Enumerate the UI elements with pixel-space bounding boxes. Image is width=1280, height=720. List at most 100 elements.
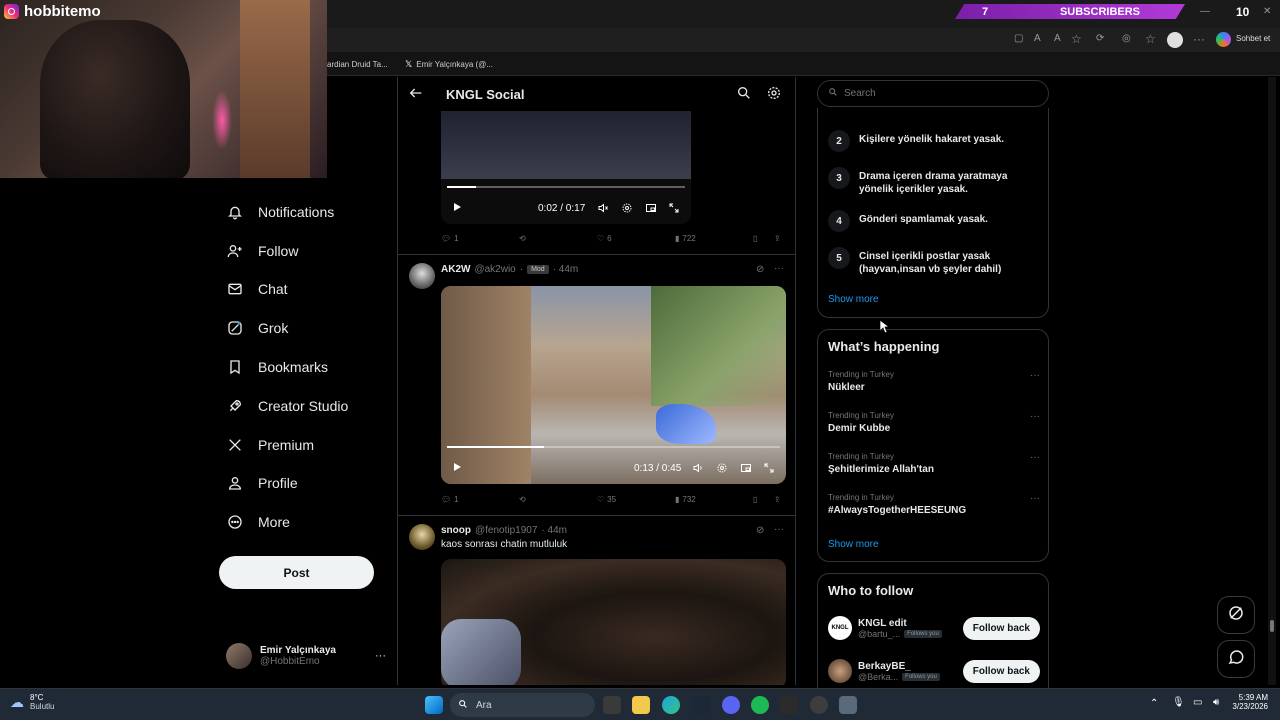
more-icon[interactable]: ··· xyxy=(1030,493,1040,504)
fullscreen-icon[interactable] xyxy=(763,462,775,474)
steam-icon[interactable] xyxy=(692,696,710,714)
search-input[interactable]: Search xyxy=(817,80,1049,107)
obs-icon[interactable] xyxy=(810,696,828,714)
profile-icon[interactable] xyxy=(1167,32,1183,48)
nav-bookmarks[interactable]: Bookmarks xyxy=(226,353,328,381)
more-icon[interactable]: ··· xyxy=(1030,370,1040,381)
favorite-item[interactable]: 𝕏 Emir Yalçınkaya (@... xyxy=(405,56,493,72)
settings-gear-icon[interactable] xyxy=(716,462,728,474)
views-button[interactable]: ▮ 732 xyxy=(675,495,696,504)
account-switcher[interactable]: Emir Yalçınkaya @HobbitEmo ··· xyxy=(226,640,386,672)
read-aloud-icon[interactable]: A xyxy=(1054,33,1061,44)
video-player[interactable] xyxy=(441,559,786,685)
nav-premium[interactable]: Premium xyxy=(226,431,314,459)
volume-icon[interactable]: 🔊︎ xyxy=(1213,697,1219,708)
clock[interactable]: 5:39 AM 3/23/2026 xyxy=(1230,693,1268,711)
bookmark-button[interactable]: ▯ xyxy=(753,234,757,243)
calculator-icon[interactable] xyxy=(839,696,857,714)
show-more-link[interactable]: Show more xyxy=(828,294,879,305)
edge-browser-icon[interactable] xyxy=(662,696,680,714)
author-handle[interactable]: @fenotip1907 xyxy=(475,525,537,536)
more-icon[interactable]: ··· xyxy=(1030,452,1040,463)
taskbar-search[interactable]: Ara xyxy=(450,693,595,717)
repost-button[interactable]: ⟲ xyxy=(519,234,526,243)
like-button[interactable]: ♡ 6 xyxy=(597,234,612,243)
nav-profile[interactable]: Profile xyxy=(226,469,298,497)
nav-follow[interactable]: Follow xyxy=(226,237,298,265)
minimize-icon[interactable]: — xyxy=(1200,6,1210,17)
video-progress-bar[interactable] xyxy=(447,186,685,188)
translate-icon[interactable]: A xyxy=(1034,33,1041,44)
file-explorer-icon[interactable] xyxy=(632,696,650,714)
fullscreen-icon[interactable] xyxy=(668,202,680,214)
post-time[interactable]: · 44m xyxy=(553,264,579,275)
network-icon[interactable]: ▭ xyxy=(1193,697,1202,708)
grok-icon[interactable]: ⊘ xyxy=(756,264,764,275)
trend-item[interactable]: Trending in Turkey Demir Kubbe ··· xyxy=(828,411,1040,434)
settings-gear-icon[interactable] xyxy=(621,202,633,214)
more-menu-icon[interactable]: ··· xyxy=(1193,32,1205,46)
extension-icon[interactable]: ⟳ xyxy=(1096,33,1104,44)
more-icon[interactable]: ··· xyxy=(375,650,386,662)
task-view-icon[interactable] xyxy=(603,696,621,714)
grok-fab[interactable] xyxy=(1217,596,1255,634)
favorite-item[interactable]: ardian Druid Ta... xyxy=(327,56,388,72)
author-handle[interactable]: @ak2wio xyxy=(474,264,515,275)
author-name[interactable]: AK2W xyxy=(441,264,470,275)
weather-widget[interactable]: ☁ 8°C Bulutlu xyxy=(10,693,54,711)
nav-creator-studio[interactable]: Creator Studio xyxy=(226,392,348,420)
picture-in-picture-icon[interactable] xyxy=(645,202,657,214)
follow-suggestion[interactable]: BerkayBE_ @Berka... Follows you Follow ba… xyxy=(828,656,1040,686)
chat-button[interactable]: Sohbet et xyxy=(1236,34,1270,43)
split-view-icon[interactable]: ▢ xyxy=(1014,33,1023,44)
nav-more[interactable]: More xyxy=(226,508,290,536)
trend-item[interactable]: Trending in Turkey #AlwaysTogetherHEESEU… xyxy=(828,493,1040,516)
play-icon[interactable] xyxy=(451,461,463,476)
messages-fab[interactable] xyxy=(1217,640,1255,678)
mute-icon[interactable] xyxy=(597,202,609,214)
post-time[interactable]: · 44m xyxy=(541,525,567,536)
nav-grok[interactable]: Grok xyxy=(226,314,288,342)
avatar[interactable] xyxy=(409,524,435,550)
start-windows-icon[interactable] xyxy=(425,696,443,714)
more-icon[interactable]: ··· xyxy=(774,524,784,535)
bookmark-button[interactable]: ▯ xyxy=(753,495,757,504)
share-button[interactable]: ⇪ xyxy=(774,234,781,243)
video-progress-bar[interactable] xyxy=(447,446,780,448)
scrollbar-thumb[interactable] xyxy=(1270,620,1274,632)
follow-back-button[interactable]: Follow back xyxy=(962,616,1040,640)
post-button[interactable]: Post xyxy=(219,556,374,589)
volume-icon[interactable] xyxy=(692,462,704,474)
nav-notifications[interactable]: Notifications xyxy=(226,198,334,226)
microphone-icon[interactable]: 🎙︎ xyxy=(1172,697,1185,708)
favorite-star-icon[interactable]: ☆ xyxy=(1071,32,1082,46)
share-button[interactable]: ⇪ xyxy=(774,495,781,504)
search-icon[interactable] xyxy=(736,85,752,101)
spotify-icon[interactable] xyxy=(751,696,769,714)
show-more-link[interactable]: Show more xyxy=(828,539,879,550)
terminal-icon[interactable] xyxy=(780,696,798,714)
repost-button[interactable]: ⟲ xyxy=(519,495,526,504)
favorites-icon[interactable]: ☆ xyxy=(1145,32,1156,46)
grok-icon[interactable]: ⊘ xyxy=(756,525,764,536)
reply-button[interactable]: 💬︎ 1 xyxy=(441,495,459,504)
discord-icon[interactable] xyxy=(722,696,740,714)
back-arrow-icon[interactable] xyxy=(408,85,424,101)
views-button[interactable]: ▮ 722 xyxy=(675,234,696,243)
trend-item[interactable]: Trending in Turkey Nükleer ··· xyxy=(828,370,1040,393)
chevron-up-icon[interactable]: ⌃ xyxy=(1150,698,1158,709)
like-button[interactable]: ♡ 35 xyxy=(597,495,616,504)
follow-back-button[interactable]: Follow back xyxy=(962,659,1040,683)
picture-in-picture-icon[interactable] xyxy=(740,462,752,474)
copilot-extension-icon[interactable]: ◎ xyxy=(1122,33,1131,44)
video-player[interactable]: 0:02 / 0:17 xyxy=(441,111,691,224)
play-icon[interactable] xyxy=(451,201,463,216)
follow-suggestion[interactable]: KNGL KNGL edit @bartu_... Follows you Fol… xyxy=(828,613,1040,643)
avatar[interactable] xyxy=(409,263,435,289)
trend-item[interactable]: Trending in Turkey Şehitlerimize Allah't… xyxy=(828,452,1040,475)
copilot-icon[interactable] xyxy=(1216,32,1231,47)
scrollbar[interactable] xyxy=(1268,77,1276,685)
reply-button[interactable]: 💬︎ 1 xyxy=(441,234,459,243)
nav-chat[interactable]: Chat xyxy=(226,275,288,303)
more-icon[interactable]: ··· xyxy=(1030,411,1040,422)
